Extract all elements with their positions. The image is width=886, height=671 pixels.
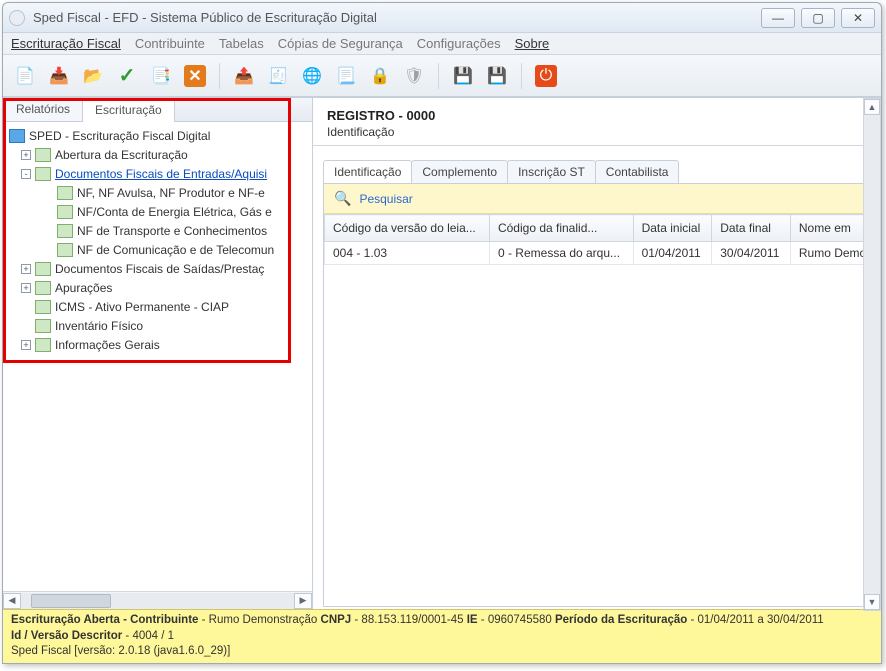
toolbar-send-icon[interactable]: 📤: [230, 62, 258, 90]
tree-leaf-nf-energia[interactable]: NF/Conta de Energia Elétrica, Gás e: [9, 202, 310, 221]
folder-icon: [35, 319, 51, 333]
app-icon: [9, 10, 25, 26]
search-icon: 🔍: [334, 190, 351, 207]
folder-icon: [35, 300, 51, 314]
expand-icon[interactable]: +: [21, 340, 31, 350]
tree-leaf-nf-transporte[interactable]: NF de Transporte e Conhecimentos: [9, 221, 310, 240]
detail-tabs: Identificação Complemento Inscrição ST C…: [323, 160, 881, 183]
scroll-down-icon[interactable]: ▼: [864, 594, 880, 610]
data-grid[interactable]: Código da versão do leia... Código da fi…: [324, 214, 878, 606]
minimize-button[interactable]: —: [761, 8, 795, 28]
register-title: REGISTRO - 0000: [327, 108, 867, 123]
dtab-identificacao[interactable]: Identificação: [323, 160, 412, 183]
toolbar-delete-icon[interactable]: ✕: [181, 62, 209, 90]
toolbar-globe-icon[interactable]: 🌐: [298, 62, 326, 90]
col-data-inicial[interactable]: Data inicial: [633, 215, 712, 242]
tree-leaf-nf-avulsa[interactable]: NF, NF Avulsa, NF Produtor e NF-e: [9, 183, 310, 202]
collapse-icon[interactable]: -: [21, 169, 31, 179]
tab-relatorios[interactable]: Relatórios: [3, 98, 83, 121]
menu-escrituracao-fiscal[interactable]: Escrituração Fiscal: [11, 36, 121, 51]
menubar: Escrituração Fiscal Contribuinte Tabelas…: [3, 33, 881, 55]
tree-node-doc-saidas[interactable]: + Documentos Fiscais de Saídas/Prestaç: [9, 259, 310, 278]
folder-icon: [35, 338, 51, 352]
folder-icon: [35, 167, 51, 181]
dtab-inscricao-st[interactable]: Inscrição ST: [507, 160, 596, 183]
tree-node-apuracoes[interactable]: + Apurações: [9, 278, 310, 297]
close-button[interactable]: ✕: [841, 8, 875, 28]
menu-copias-seguranca[interactable]: Cópias de Segurança: [278, 36, 403, 51]
book-icon: [9, 129, 25, 143]
toolbar-receipt-icon[interactable]: 🧾: [264, 62, 292, 90]
tree-node-abertura[interactable]: + Abertura da Escrituração: [9, 145, 310, 164]
tree-node-info-gerais[interactable]: + Informações Gerais: [9, 335, 310, 354]
tree-node-icms[interactable]: ICMS - Ativo Permanente - CIAP: [9, 297, 310, 316]
col-data-final[interactable]: Data final: [712, 215, 791, 242]
doc-icon: [57, 205, 73, 219]
toolbar-save-icon[interactable]: 💾: [449, 62, 477, 90]
expand-icon[interactable]: +: [21, 150, 31, 160]
toolbar-doc-icon[interactable]: 📃: [332, 62, 360, 90]
toolbar-shield-icon[interactable]: 🛡: [400, 62, 428, 90]
window-title: Sped Fiscal - EFD - Sistema Público de E…: [29, 10, 761, 25]
toolbar-validate-icon[interactable]: ✓: [113, 62, 141, 90]
grid-header-row: Código da versão do leia... Código da fi…: [325, 215, 878, 242]
tree-leaf-nf-comunicacao[interactable]: NF de Comunicação e de Telecomun: [9, 240, 310, 259]
tree-node-doc-entradas[interactable]: - Documentos Fiscais de Entradas/Aquisi: [9, 164, 310, 183]
dtab-contabilista[interactable]: Contabilista: [595, 160, 680, 183]
left-tabs: Relatórios Escrituração: [3, 98, 312, 122]
menu-contribuinte[interactable]: Contribuinte: [135, 36, 205, 51]
tab-escrituracao[interactable]: Escrituração: [82, 99, 175, 122]
toolbar-save2-icon[interactable]: 💾: [483, 62, 511, 90]
table-row[interactable]: 004 - 1.03 0 - Remessa do arqu... 01/04/…: [325, 242, 878, 265]
toolbar: 📄 📥 📂 ✓ 📑 ✕ 📤 🧾 🌐 📃 🔒 🛡 💾 💾 ⏻: [3, 55, 881, 97]
maximize-button[interactable]: ▢: [801, 8, 835, 28]
toolbar-lock-icon[interactable]: 🔒: [366, 62, 394, 90]
folder-icon: [35, 281, 51, 295]
col-codigo-finalid[interactable]: Código da finalid...: [489, 215, 633, 242]
vertical-scrollbar[interactable]: ▲ ▼: [863, 98, 881, 611]
toolbar-exit-icon[interactable]: ⏻: [532, 62, 560, 90]
dtab-complemento[interactable]: Complemento: [411, 160, 508, 183]
menu-tabelas[interactable]: Tabelas: [219, 36, 264, 51]
scroll-left-icon[interactable]: ◀: [3, 593, 21, 609]
tree-hscrollbar[interactable]: ◀ ▶: [3, 591, 312, 609]
search-label[interactable]: Pesquisar: [359, 192, 412, 206]
expand-icon[interactable]: +: [21, 283, 31, 293]
folder-icon: [35, 262, 51, 276]
expand-icon[interactable]: +: [21, 264, 31, 274]
titlebar: Sped Fiscal - EFD - Sistema Público de E…: [3, 3, 881, 33]
register-subtitle: Identificação: [327, 125, 867, 139]
folder-icon: [35, 148, 51, 162]
scroll-right-icon[interactable]: ▶: [294, 593, 312, 609]
toolbar-new-icon[interactable]: 📄: [11, 62, 39, 90]
tree-root[interactable]: SPED - Escrituração Fiscal Digital: [9, 126, 310, 145]
scroll-up-icon[interactable]: ▲: [864, 99, 880, 115]
toolbar-open-icon[interactable]: 📂: [79, 62, 107, 90]
doc-icon: [57, 186, 73, 200]
tree-view[interactable]: SPED - Escrituração Fiscal Digital + Abe…: [3, 122, 312, 591]
col-codigo-versao[interactable]: Código da versão do leia...: [325, 215, 490, 242]
register-header: REGISTRO - 0000 Identificação: [313, 98, 881, 146]
menu-sobre[interactable]: Sobre: [515, 36, 550, 51]
toolbar-sign-icon[interactable]: 📑: [147, 62, 175, 90]
doc-icon: [57, 224, 73, 238]
menu-configuracoes[interactable]: Configurações: [417, 36, 501, 51]
tree-node-inventario[interactable]: Inventário Físico: [9, 316, 310, 335]
toolbar-import-icon[interactable]: 📥: [45, 62, 73, 90]
status-bar: Escrituração Aberta - Contribuinte - Rum…: [3, 609, 881, 663]
scroll-thumb[interactable]: [31, 594, 111, 608]
search-bar[interactable]: 🔍 Pesquisar: [324, 184, 878, 214]
doc-icon: [57, 243, 73, 257]
